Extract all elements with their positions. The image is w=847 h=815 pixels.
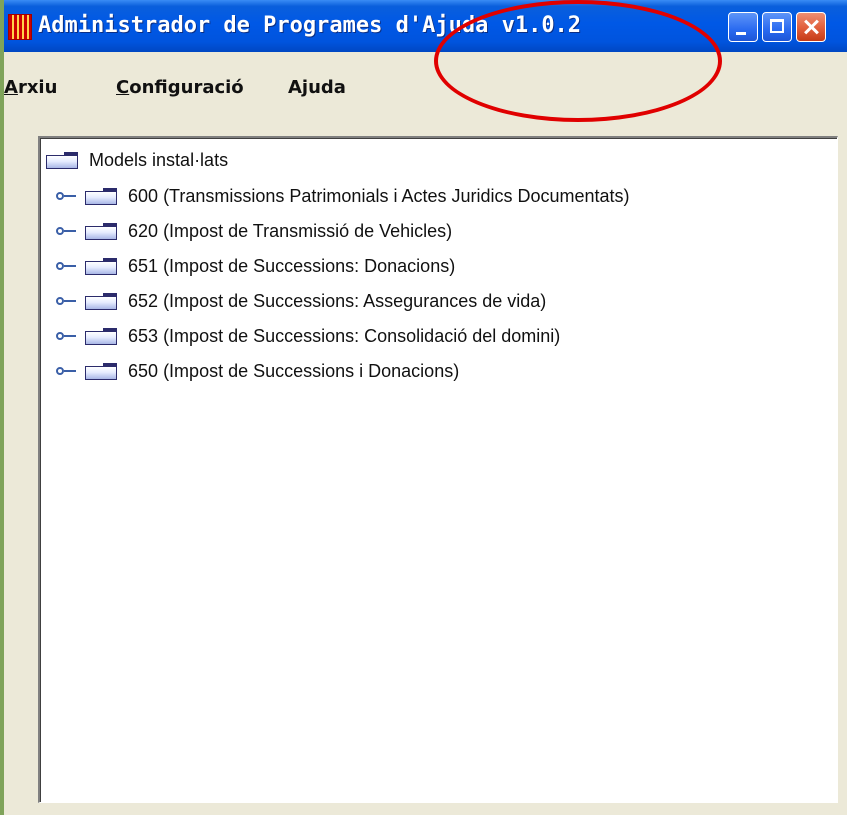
tree-node-label: 620 (Impost de Transmissió de Vehicles) (128, 221, 453, 241)
expand-handle-icon[interactable] (56, 330, 78, 344)
menu-label: onfiguració (129, 77, 244, 98)
folder-icon (46, 152, 80, 170)
window-title: Administrador de Programes d'Ajuda v1.0.… (38, 13, 582, 38)
tree-root[interactable]: Models instal·lats (46, 148, 228, 172)
tree-node-label: 653 (Impost de Successions: Consolidació… (128, 326, 561, 346)
tree-node[interactable]: 650 (Impost de Successions i Donacions) (56, 359, 459, 383)
menu-mnemonic: C (116, 77, 130, 98)
expand-handle-icon[interactable] (56, 225, 78, 239)
folder-icon (85, 328, 119, 346)
folder-icon (85, 363, 119, 381)
menu-bar: Arxiu Configuració Ajuda (4, 70, 847, 104)
menu-ajuda[interactable]: Ajuda (288, 76, 346, 100)
tree-node[interactable]: 600 (Transmissions Patrimonials i Actes … (56, 184, 630, 208)
minimize-button[interactable] (728, 12, 758, 42)
menu-configuracio[interactable]: Configuració (116, 76, 244, 100)
tree-root-label: Models instal·lats (89, 150, 229, 170)
expand-handle-icon[interactable] (56, 260, 78, 274)
menu-label: Ajuda (288, 77, 346, 98)
tree-node[interactable]: 652 (Impost de Successions: Assegurances… (56, 289, 546, 313)
tree-node[interactable]: 651 (Impost de Successions: Donacions) (56, 254, 455, 278)
menu-arxiu[interactable]: Arxiu (4, 76, 57, 100)
tree-node-label: 600 (Transmissions Patrimonials i Actes … (128, 186, 630, 206)
tree-node-label: 650 (Impost de Successions i Donacions) (128, 361, 460, 381)
expand-handle-icon[interactable] (56, 190, 78, 204)
tree-node[interactable]: 620 (Impost de Transmissió de Vehicles) (56, 219, 452, 243)
expand-handle-icon[interactable] (56, 295, 78, 309)
models-tree[interactable]: Models instal·lats 600 (Transmissions Pa… (38, 136, 838, 803)
folder-icon (85, 188, 119, 206)
folder-icon (85, 293, 119, 311)
app-logo-icon[interactable] (8, 14, 32, 40)
tree-node[interactable]: 653 (Impost de Successions: Consolidació… (56, 324, 560, 348)
menu-mnemonic: A (4, 77, 18, 98)
folder-icon (85, 258, 119, 276)
menu-label: rxiu (17, 77, 58, 98)
title-bar[interactable]: Administrador de Programes d'Ajuda v1.0.… (4, 0, 847, 52)
tree-node-label: 651 (Impost de Successions: Donacions) (128, 256, 456, 276)
close-button[interactable] (796, 12, 826, 42)
folder-icon (85, 223, 119, 241)
maximize-button[interactable] (762, 12, 792, 42)
tree-node-label: 652 (Impost de Successions: Assegurances… (128, 291, 547, 311)
expand-handle-icon[interactable] (56, 365, 78, 379)
app-window: Administrador de Programes d'Ajuda v1.0.… (4, 0, 847, 815)
